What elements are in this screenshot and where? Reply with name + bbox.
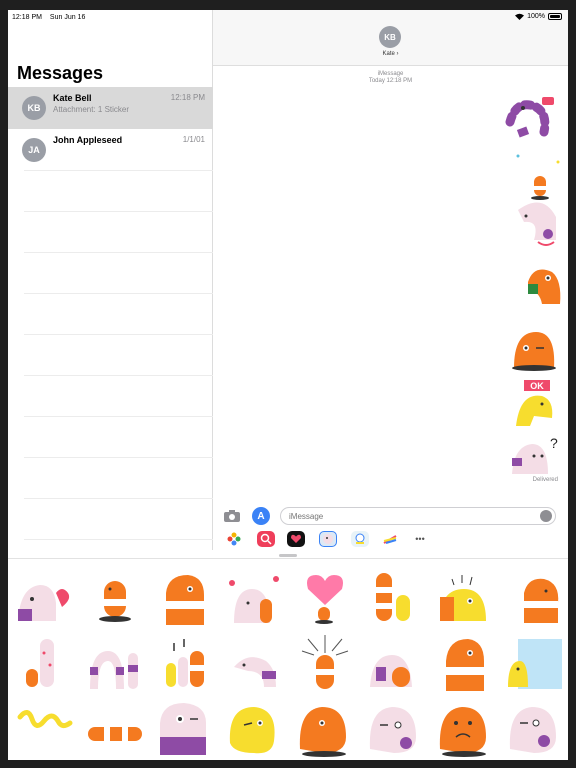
list-divider: [24, 416, 213, 417]
list-divider: [24, 211, 213, 212]
sticker-orange-worm-stare[interactable]: [434, 631, 496, 693]
list-divider: [24, 334, 213, 335]
sticker-pink-wink[interactable]: [364, 697, 426, 759]
message-timestamp: Today 12:18 PM: [368, 78, 413, 84]
sticker-panel: [8, 558, 568, 760]
messages-title: Messages: [17, 63, 104, 83]
status-time: 12:18 PM: [12, 14, 42, 21]
more-apps-icon[interactable]: •••: [411, 531, 429, 547]
sticker-pink-orange-hug[interactable]: [364, 631, 426, 693]
app-drawer: •••: [213, 528, 568, 550]
sticker-yellow-blob[interactable]: [224, 697, 286, 759]
conversation-time: 12:18 PM: [170, 93, 205, 102]
heart-sticker-app-icon[interactable]: [287, 531, 305, 547]
conversation-preview: Attachment: 1 Sticker: [53, 105, 130, 114]
delivered-label: Delivered: [532, 477, 558, 483]
contact-avatar[interactable]: KB: [379, 26, 401, 48]
ipad-screen: Messages KB Kate Bell Attachment: 1 Stic…: [8, 10, 568, 760]
contact-name[interactable]: Kate ›: [213, 51, 568, 57]
sticker-purple-blob[interactable]: [154, 697, 216, 759]
worm-sticker-app-icon[interactable]: [319, 531, 337, 547]
sticker-big-heart[interactable]: [294, 565, 356, 627]
message-input-bar: A •••: [213, 504, 568, 550]
list-divider: [24, 498, 213, 499]
sticker-pink-squint[interactable]: [504, 697, 566, 759]
rainbow-app-icon[interactable]: [381, 531, 399, 547]
sent-worm-sticker[interactable]: OK ?: [498, 92, 568, 474]
list-divider: [24, 375, 213, 376]
list-divider: [24, 293, 213, 294]
sticker-orange-blob[interactable]: [294, 697, 356, 759]
service-label: iMessage: [377, 71, 404, 77]
sticker-orange-worm-peek[interactable]: [84, 565, 146, 627]
sticker-orange-stretch[interactable]: [84, 697, 146, 759]
question-mark-text: ?: [550, 435, 558, 451]
app-store-icon[interactable]: A: [252, 507, 270, 525]
microphone-icon[interactable]: [540, 510, 552, 522]
sticker-orange-worm-right[interactable]: [504, 565, 566, 627]
camera-icon[interactable]: [223, 509, 241, 523]
list-divider: [24, 539, 213, 540]
conversation-kate-bell[interactable]: KB Kate Bell Attachment: 1 Sticker 12:18…: [8, 87, 213, 129]
chat-pane: KB Kate › iMessage Today 12:18 PM OK ? D…: [213, 10, 568, 550]
sticker-electric-worm[interactable]: [294, 631, 356, 693]
conversation-name: Kate Bell: [53, 93, 92, 103]
conversation-sidebar: Messages KB Kate Bell Attachment: 1 Stic…: [8, 10, 213, 550]
list-divider: [24, 252, 213, 253]
sticker-worm-crowd[interactable]: [154, 631, 216, 693]
drawer-handle[interactable]: [279, 554, 297, 557]
sticker-orange-yellow-pair[interactable]: [364, 565, 426, 627]
sticker-yellow-wiggle[interactable]: [14, 697, 76, 759]
avatar: JA: [22, 138, 46, 162]
list-divider: [24, 170, 213, 171]
status-date: Sun Jun 16: [49, 14, 86, 21]
sticker-yellow-shocked[interactable]: [434, 565, 496, 627]
battery-percent: 100%: [527, 13, 545, 20]
character-app-icon[interactable]: [351, 531, 369, 547]
avatar: KB: [22, 96, 46, 120]
sticker-pink-hearts[interactable]: [224, 565, 286, 627]
wifi-icon: [515, 13, 525, 20]
ok-sign-text: OK: [530, 381, 544, 391]
status-bar: 12:18 PM Sun Jun 16 100%: [8, 10, 568, 24]
battery-icon: [548, 13, 562, 20]
message-input[interactable]: [289, 512, 529, 521]
sticker-orange-sad[interactable]: [434, 697, 496, 759]
sticker-orange-worm-big[interactable]: [154, 565, 216, 627]
sticker-pink-dotted-worm[interactable]: [14, 631, 76, 693]
photos-app-icon[interactable]: [225, 531, 243, 547]
conversation-john-appleseed[interactable]: JA John Appleseed 1/1/01: [8, 129, 213, 171]
image-search-app-icon[interactable]: [257, 531, 275, 547]
sticker-purple-worms[interactable]: [84, 631, 146, 693]
conversation-time: 1/1/01: [182, 135, 205, 144]
imessage-field[interactable]: [280, 507, 556, 525]
sticker-worm-heart[interactable]: [14, 565, 76, 627]
conversation-name: John Appleseed: [53, 135, 123, 145]
sticker-yellow-window[interactable]: [504, 631, 566, 693]
list-divider: [24, 457, 213, 458]
sticker-purple-striped[interactable]: [224, 631, 286, 693]
